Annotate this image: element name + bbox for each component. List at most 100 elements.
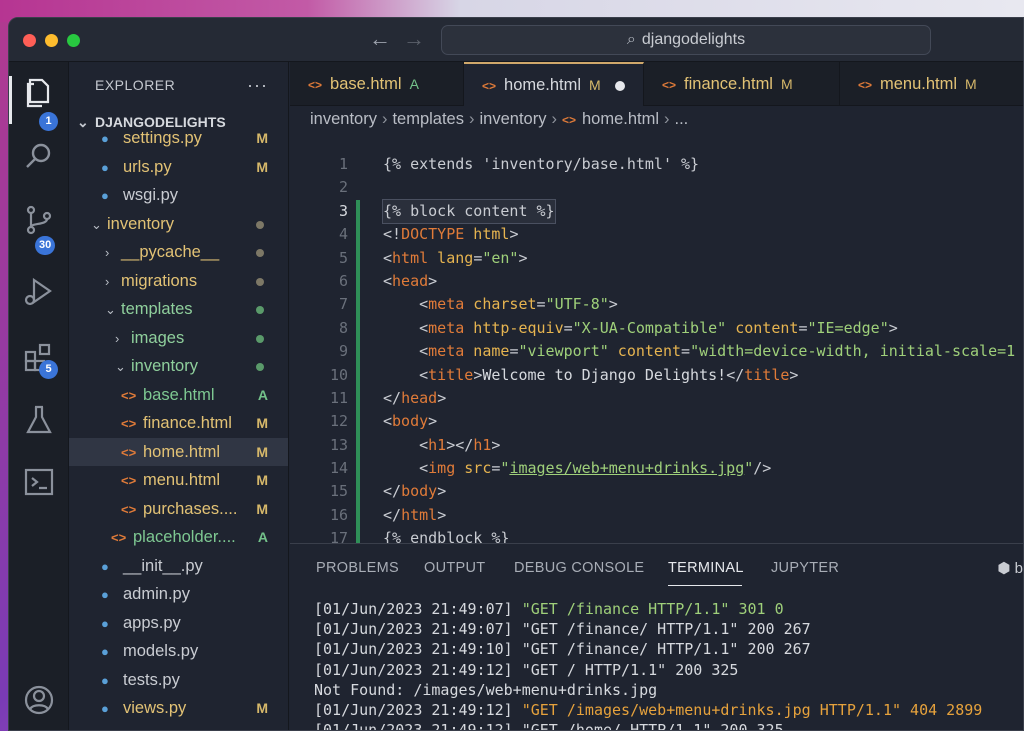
tab-menu-html[interactable]: <> menu.html M xyxy=(840,62,1023,106)
tree-item-init-py[interactable]: ● __init__.py xyxy=(69,552,288,581)
tree-folder-migrations[interactable]: › migrations xyxy=(69,267,288,296)
tree-item-base-html[interactable]: <> base.html A xyxy=(69,381,288,410)
python-file-icon: ● xyxy=(101,131,109,146)
code-line: 14 <img src="images/web+menu+drinks.jpg"… xyxy=(290,457,1023,481)
code-token: > xyxy=(518,248,528,267)
tab-terminal[interactable]: TERMINAL xyxy=(668,560,744,576)
unsaved-dot-icon[interactable] xyxy=(614,80,625,91)
python-file-icon: ● xyxy=(101,587,109,602)
tree-item-views-py[interactable]: ● views.py M xyxy=(69,694,288,723)
run-debug-icon[interactable] xyxy=(21,274,57,310)
code-line: 2 xyxy=(290,176,1023,200)
search-icon[interactable] xyxy=(21,138,57,174)
chevron-down-icon: ⌄ xyxy=(115,359,126,374)
active-tab-underline xyxy=(668,585,742,586)
tab-label: finance.html xyxy=(684,75,773,93)
tree-item-apps-py[interactable]: ● apps.py xyxy=(69,609,288,638)
line-number: 1 xyxy=(338,155,348,173)
tab-problems[interactable]: PROBLEMS xyxy=(316,560,399,576)
html-file-icon: <> xyxy=(308,78,323,92)
tree-item-placeholder-html[interactable]: <> placeholder.... A xyxy=(69,523,288,552)
terminal-timestamp: [01/Jun/2023 21:49:12] xyxy=(314,721,522,731)
breadcrumb-item[interactable]: templates xyxy=(392,110,464,128)
tab-home-html[interactable]: <> home.html M xyxy=(464,62,644,106)
tree-folder-images[interactable]: › images xyxy=(69,324,288,353)
minimize-window-button[interactable] xyxy=(45,34,58,47)
tree-item-label: settings.py xyxy=(123,129,202,147)
code-editor[interactable]: 1 {% extends 'inventory/base.html' %} 2 3… xyxy=(290,153,1023,551)
tab-debug-console[interactable]: DEBUG CONSOLE xyxy=(514,560,644,576)
git-status-badge: M xyxy=(256,158,268,175)
code-token: content xyxy=(726,318,799,337)
tree-item-label: placeholder.... xyxy=(133,528,236,546)
arrow-left-icon[interactable]: ← xyxy=(369,26,391,52)
line-number: 7 xyxy=(338,295,348,314)
tab-finance-html[interactable]: <> finance.html M xyxy=(644,62,840,106)
line-number: 16 xyxy=(329,505,348,524)
explorer-title: EXPLORER xyxy=(95,77,176,93)
tab-output[interactable]: OUTPUT xyxy=(424,560,485,576)
code-token: "width=device-width, initial-scale=1 xyxy=(690,342,1016,361)
terminal-output[interactable]: [01/Jun/2023 21:49:07] "GET /finance HTT… xyxy=(314,599,982,731)
code-token: head xyxy=(392,271,429,290)
source-control-icon[interactable] xyxy=(21,202,57,238)
code-token: h1 xyxy=(428,435,447,454)
git-status-badge: M xyxy=(256,700,268,716)
account-icon[interactable] xyxy=(21,682,57,718)
tab-label: home.html xyxy=(504,76,582,94)
tree-item-tests-py[interactable]: ● tests.py xyxy=(69,666,288,695)
code-link[interactable]: images/web+menu+drinks.jpg xyxy=(509,459,744,477)
terminal-line: [01/Jun/2023 21:49:12] "GET /home/ HTTP/… xyxy=(314,720,982,731)
code-token: charset xyxy=(464,295,537,314)
tree-folder-inventory[interactable]: ⌄ inventory xyxy=(69,210,288,239)
code-text: <head> xyxy=(383,271,438,290)
terminal-text: "GET /home/ HTTP/1.1" 200 325 xyxy=(521,721,784,731)
line-number: 10 xyxy=(329,365,348,384)
tree-item-urls[interactable]: ● urls.py M xyxy=(69,153,288,182)
code-token: Welcome to Django Delights! xyxy=(482,365,727,384)
chevron-right-icon: › xyxy=(469,110,475,128)
close-window-button[interactable] xyxy=(23,34,36,47)
editor-area: <> base.html A <> home.html M <> finance.html… xyxy=(290,62,1023,551)
breadcrumb-item[interactable]: inventory xyxy=(310,110,377,128)
search-icon: ⌕ xyxy=(626,31,636,48)
tree-item-home-html[interactable]: <> home.html M xyxy=(69,437,288,466)
tree-item-purchases-html[interactable]: <> purchases.... M xyxy=(69,495,288,524)
tree-item-models-py[interactable]: ● models.py xyxy=(69,637,288,666)
terminal-icon[interactable] xyxy=(21,464,57,500)
tree-item-wsgi[interactable]: ● wsgi.py xyxy=(69,181,288,210)
html-file-icon: <> xyxy=(121,501,137,517)
tree-folder-pycache[interactable]: › __pycache__ xyxy=(69,238,288,267)
tree-folder-inventory-templates[interactable]: ⌄ inventory xyxy=(69,352,288,381)
tree-item-admin-py[interactable]: ● admin.py xyxy=(69,580,288,609)
arrow-right-icon[interactable]: → xyxy=(403,26,425,52)
breadcrumb-item[interactable]: inventory xyxy=(480,110,547,128)
tree-item-finance-html[interactable]: <> finance.html M xyxy=(69,409,288,438)
terminal-timestamp: [01/Jun/2023 21:49:07] xyxy=(314,600,522,618)
code-token: h1 xyxy=(473,435,492,454)
more-actions-icon[interactable]: ··· xyxy=(247,62,268,108)
gutter-change-marker xyxy=(356,457,360,481)
breadcrumb-item[interactable]: home.html xyxy=(582,110,659,128)
tree-item-menu-html[interactable]: <> menu.html M xyxy=(69,466,288,495)
code-token: html xyxy=(392,248,429,267)
tree-folder-templates[interactable]: ⌄ templates xyxy=(69,295,288,324)
line-number: 12 xyxy=(329,412,348,431)
testing-flask-icon[interactable] xyxy=(21,402,57,438)
tab-base-html[interactable]: <> base.html A xyxy=(290,62,464,106)
chevron-right-icon: › xyxy=(664,110,670,128)
tree-item-settings[interactable]: ● settings.py M xyxy=(69,124,288,153)
command-center-search[interactable]: ⌕ djangodelights xyxy=(441,25,931,55)
terminal-timestamp: [01/Jun/2023 21:49:12] xyxy=(314,700,522,719)
gutter-change-marker xyxy=(356,410,360,434)
tab-jupyter[interactable]: JUPYTER xyxy=(771,560,839,576)
explorer-icon[interactable] xyxy=(21,74,57,110)
code-line: 5 <html lang="en"> xyxy=(290,246,1023,270)
bottom-panel: PROBLEMS OUTPUT DEBUG CONSOLE TERMINAL J… xyxy=(290,543,1023,731)
breadcrumb-item[interactable]: ... xyxy=(675,110,689,128)
maximize-window-button[interactable] xyxy=(67,34,80,47)
line-number: 2 xyxy=(338,178,348,197)
terminal-profile-cube-icon[interactable]: ⬢ b xyxy=(997,559,1023,577)
code-line: 8 <meta http-equiv="X-UA-Compatible" con… xyxy=(290,316,1023,341)
code-token: DOCTYPE xyxy=(401,225,465,244)
